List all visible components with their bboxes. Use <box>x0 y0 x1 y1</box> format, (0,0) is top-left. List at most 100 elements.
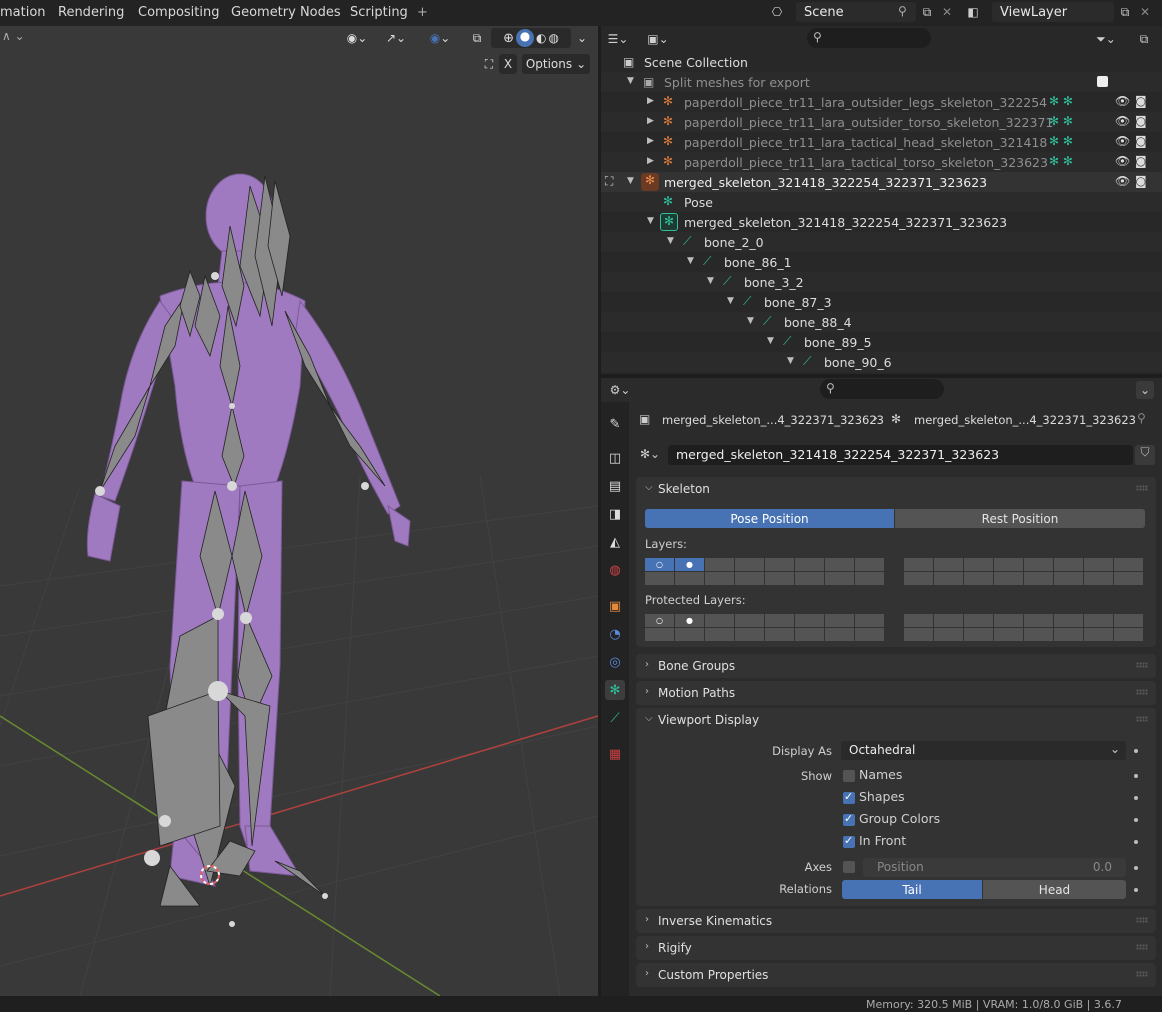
layer-toggle[interactable] <box>994 628 1023 641</box>
keyframe-dot-icon[interactable] <box>1134 796 1138 800</box>
eye-icon[interactable]: 👁 <box>1115 134 1130 148</box>
layer-toggle[interactable] <box>1054 628 1083 641</box>
expand-arrow-icon[interactable]: ▶ <box>647 136 654 146</box>
view-layer-field[interactable]: ViewLayer <box>992 2 1114 22</box>
layer-toggle[interactable] <box>1084 558 1113 571</box>
layer-toggle[interactable] <box>964 614 993 627</box>
editor-type-icon[interactable]: ☰⌄ <box>608 30 629 48</box>
layer-toggle[interactable] <box>1024 614 1053 627</box>
list-item[interactable]: ✻ Pose <box>601 192 1162 212</box>
list-item[interactable]: ▼ ⟋ bone_89_5 <box>601 332 1162 352</box>
layer-toggle[interactable]: ○ <box>645 558 674 571</box>
layer-toggle[interactable] <box>735 572 764 585</box>
in-front-checkbox[interactable] <box>843 834 855 848</box>
shapes-checkbox[interactable] <box>843 790 855 804</box>
list-item[interactable]: ▼ ⟋ bone_87_3 <box>601 292 1162 312</box>
layer-toggle[interactable] <box>934 614 963 627</box>
outliner-search-input[interactable]: ⚲ <box>807 28 931 48</box>
layer-toggle[interactable] <box>964 628 993 641</box>
fake-user-shield-icon[interactable]: ⛉ <box>1135 445 1155 465</box>
list-item[interactable]: ▶ ✻ paperdoll_piece_tr11_lara_outsider_l… <box>601 92 1162 112</box>
layer-toggle[interactable] <box>675 572 704 585</box>
options-chevron-icon[interactable]: ⌄ <box>1136 381 1154 399</box>
3d-viewport[interactable]: ∧ ⌄ ◉⌄ ↗⌄ ◉ ⌄ ⧉ ⊕ ● ◐ ◍ ⌄ ⛶ X Options ⌄ <box>0 26 598 996</box>
layer-toggle[interactable] <box>855 572 884 585</box>
properties-editor[interactable]: ⚙⌄ ⚲ ⌄ ✎ ◫ ▤ ◨ ◭ ◍ ▣ ◔ ◎ ✻ ⟋ ▦ ▣ merged_… <box>601 378 1162 996</box>
expand-arrow-icon[interactable]: ▶ <box>647 116 654 126</box>
layer-toggle[interactable]: ○ <box>645 614 674 627</box>
scene-field[interactable]: Scene ⚲ <box>796 2 916 22</box>
new-collection-icon[interactable]: ⧉ <box>1135 30 1153 48</box>
bone-tab-icon[interactable]: ⟋ <box>605 708 625 728</box>
layer-toggle[interactable] <box>1024 558 1053 571</box>
physics-tab-icon[interactable]: ◎ <box>605 652 625 672</box>
world-tab-icon[interactable]: ◍ <box>605 560 625 580</box>
armature-browse-icon[interactable]: ✻⌄ <box>636 445 666 465</box>
render-tab-icon[interactable]: ◫ <box>605 448 625 468</box>
object-tab-icon[interactable]: ▣ <box>605 596 625 616</box>
drag-handle-icon[interactable] <box>1136 485 1148 491</box>
drag-handle-icon[interactable] <box>1136 689 1148 695</box>
layer-toggle[interactable] <box>904 614 933 627</box>
options-dropdown[interactable]: Options ⌄ <box>522 54 590 74</box>
expand-arrow-icon[interactable]: ▼ <box>627 76 634 86</box>
layer-toggle[interactable] <box>1024 572 1053 585</box>
pin-icon[interactable]: ⚲ <box>1137 411 1146 425</box>
layer-toggle[interactable] <box>825 572 854 585</box>
list-item[interactable]: ▼ ⟋ bone_90_6 <box>601 352 1162 372</box>
layer-toggle[interactable] <box>1114 558 1143 571</box>
drag-handle-icon[interactable] <box>1136 971 1148 977</box>
layer-toggle[interactable] <box>765 558 794 571</box>
layer-toggle[interactable] <box>904 572 933 585</box>
tab-animation[interactable]: mation <box>0 5 46 20</box>
names-checkbox[interactable] <box>843 770 855 782</box>
expand-arrow-icon[interactable]: ▼ <box>687 256 694 266</box>
layer-toggle[interactable] <box>934 558 963 571</box>
eye-icon[interactable]: 👁 <box>1115 114 1130 128</box>
layer-toggle[interactable] <box>1114 572 1143 585</box>
layer-toggle[interactable]: ● <box>675 614 704 627</box>
layer-toggle[interactable] <box>1084 572 1113 585</box>
list-item[interactable]: ▼ ▣ Split meshes for export <box>601 72 1162 92</box>
mode-selector-icon[interactable]: ∧ ⌄ <box>2 29 25 43</box>
drag-handle-icon[interactable] <box>1136 944 1148 950</box>
list-item[interactable]: ▣ Scene Collection <box>601 52 1162 72</box>
layer-toggle[interactable] <box>795 572 824 585</box>
pin-icon[interactable]: ⚲ <box>898 4 907 18</box>
layer-toggle[interactable] <box>1084 614 1113 627</box>
layer-toggle[interactable] <box>675 628 704 641</box>
list-item[interactable]: ▶ ✻ paperdoll_piece_tr11_lara_outsider_t… <box>601 112 1162 132</box>
xray-toggle-icon[interactable]: ⧉ <box>466 28 488 48</box>
close-scene-icon[interactable]: ✕ <box>938 3 956 21</box>
filter-icon[interactable]: ⏷⌄ <box>1096 30 1116 48</box>
layer-toggle[interactable] <box>795 558 824 571</box>
tab-rendering[interactable]: Rendering <box>58 5 124 20</box>
add-workspace-button[interactable]: + <box>417 5 428 20</box>
layer-toggle[interactable] <box>934 572 963 585</box>
scene-icon[interactable]: ⎔ <box>768 3 786 21</box>
layer-toggle[interactable] <box>735 628 764 641</box>
group-colors-checkbox[interactable] <box>843 812 855 826</box>
x-mirror-button[interactable]: X <box>499 54 517 74</box>
output-tab-icon[interactable]: ▤ <box>605 476 625 496</box>
keyframe-dot-icon[interactable] <box>1134 866 1138 870</box>
expand-arrow-icon[interactable]: ▼ <box>727 296 734 306</box>
list-item[interactable]: ▼ ⟋ bone_88_4 <box>601 312 1162 332</box>
drag-handle-icon[interactable] <box>1136 917 1148 923</box>
layer-toggle[interactable] <box>964 572 993 585</box>
drag-handle-icon[interactable] <box>1136 662 1148 668</box>
shading-options-icon[interactable]: ⌄ <box>574 28 590 48</box>
display-as-select[interactable]: Octahedral ⌄ <box>841 741 1126 760</box>
properties-search-input[interactable]: ⚲ <box>820 379 944 399</box>
layer-toggle[interactable] <box>855 628 884 641</box>
gizmo-icon[interactable]: ↗⌄ <box>378 28 414 48</box>
tab-compositing[interactable]: Compositing <box>138 5 220 20</box>
keyframe-dot-icon[interactable] <box>1134 774 1138 778</box>
expand-arrow-icon[interactable]: ▼ <box>707 276 714 286</box>
layer-toggle[interactable] <box>964 558 993 571</box>
layer-toggle[interactable] <box>795 628 824 641</box>
list-item[interactable]: ▶ ✻ paperdoll_piece_tr11_lara_tactical_t… <box>601 152 1162 172</box>
layer-toggle[interactable] <box>735 558 764 571</box>
relations-head-button[interactable]: Head <box>983 880 1126 899</box>
inverse-kinematics-panel[interactable]: › Inverse Kinematics <box>636 909 1156 933</box>
